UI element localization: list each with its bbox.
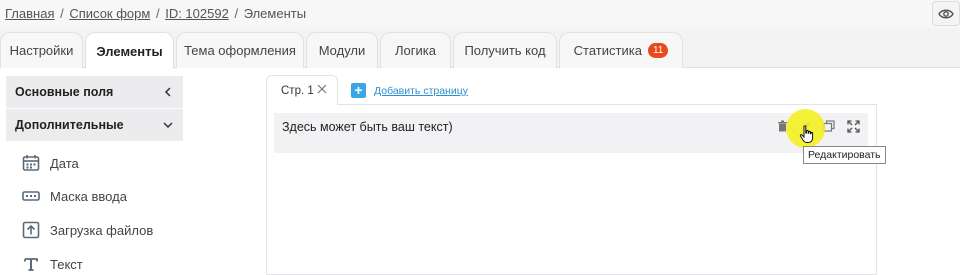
page-tab-label: Стр. 1	[281, 84, 314, 97]
sidebar-item-label: Маска ввода	[50, 188, 127, 204]
sidebar-item-label: Текст	[50, 256, 83, 272]
breadcrumb-separator: /	[60, 6, 64, 21]
expand-button[interactable]	[846, 119, 860, 133]
calendar-icon	[22, 155, 40, 171]
breadcrumb: Главная / Список форм / ID: 102592 / Эле…	[5, 6, 306, 21]
expand-icon	[846, 119, 860, 133]
breadcrumb-separator: /	[155, 6, 160, 21]
elements-sidebar: Основные поля Дополнительные Дата Маска …	[6, 74, 183, 275]
plus-icon: +	[351, 83, 366, 98]
section-additional[interactable]: Дополнительные	[6, 109, 183, 141]
chevron-left-icon	[164, 87, 171, 97]
tab-modules[interactable]: Модули	[306, 32, 378, 68]
tab-label: Тема оформления	[184, 43, 296, 58]
section-label: Основные поля	[15, 85, 114, 99]
preview-button[interactable]	[932, 1, 960, 26]
add-page-link[interactable]: Добавить страницу	[374, 85, 468, 97]
chevron-down-icon	[163, 122, 173, 129]
tab-theme[interactable]: Тема оформления	[176, 32, 304, 68]
sidebar-item-label: Дата	[50, 155, 79, 171]
breadcrumb-id-link[interactable]: ID: 102592	[165, 6, 229, 21]
input-mask-icon	[22, 191, 40, 201]
breadcrumb-current: Элементы	[243, 6, 307, 21]
sidebar-item-input-mask[interactable]: Маска ввода	[6, 181, 183, 211]
text-icon	[24, 258, 38, 271]
tab-label: Логика	[395, 43, 436, 58]
top-bar: Главная / Список форм / ID: 102592 / Эле…	[0, 0, 960, 28]
section-basic-fields[interactable]: Основные поля	[6, 76, 183, 108]
sidebar-item-text[interactable]: Текст	[6, 249, 183, 275]
edit-tooltip: Редактировать	[803, 146, 886, 164]
tab-label: Элементы	[96, 43, 163, 59]
close-icon[interactable]	[317, 84, 327, 94]
tab-label: Получить код	[464, 43, 546, 58]
add-page-button[interactable]: + Добавить страницу	[351, 83, 468, 98]
tab-label: Модули	[318, 43, 366, 58]
breadcrumb-separator: /	[234, 6, 239, 21]
hand-cursor-icon	[799, 125, 814, 143]
section-label: Дополнительные	[15, 118, 124, 132]
upload-icon	[22, 221, 40, 239]
tab-logic[interactable]: Логика	[380, 32, 451, 68]
form-element-text[interactable]: Здесь может быть ваш текст)	[274, 113, 868, 153]
tab-settings[interactable]: Настройки	[0, 32, 83, 68]
sidebar-item-date[interactable]: Дата	[6, 148, 183, 178]
main-tabs: Настройки Элементы Тема оформления Модул…	[0, 28, 960, 69]
sidebar-item-file-upload[interactable]: Загрузка файлов	[6, 215, 183, 245]
tab-label: Настройки	[9, 43, 74, 58]
tab-get-code[interactable]: Получить код	[453, 32, 557, 68]
breadcrumb-home-link[interactable]: Главная	[5, 6, 54, 21]
tab-label: Статистика	[573, 43, 642, 58]
eye-icon	[938, 9, 954, 18]
page-tab-1[interactable]: Стр. 1	[266, 75, 338, 105]
breadcrumb-forms-link[interactable]: Список форм	[69, 6, 150, 21]
tab-elements[interactable]: Элементы	[85, 32, 174, 69]
sidebar-item-label: Загрузка файлов	[50, 222, 154, 238]
tab-statistics[interactable]: Статистика 11	[559, 32, 683, 68]
element-text-content: Здесь может быть ваш текст)	[282, 120, 453, 134]
statistics-badge: 11	[647, 43, 669, 58]
